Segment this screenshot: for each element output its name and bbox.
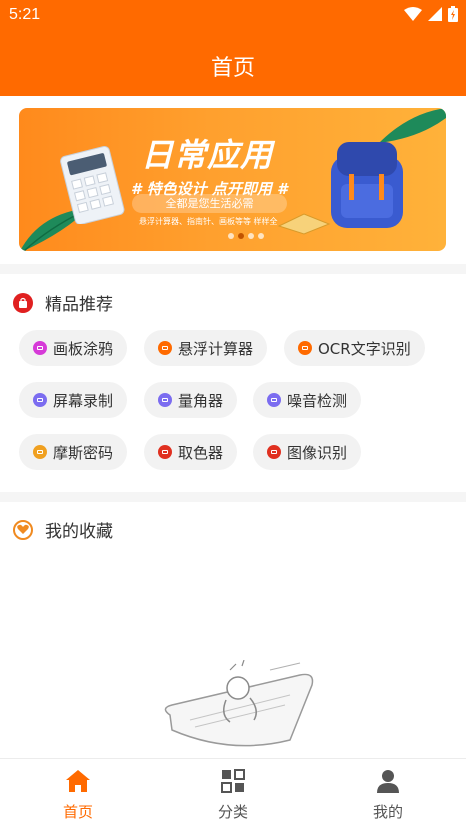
ocr-icon bbox=[298, 341, 312, 355]
feature-chip[interactable]: OCR文字识别 bbox=[284, 330, 425, 366]
favorites-title: 我的收藏 bbox=[45, 522, 113, 542]
section-divider bbox=[0, 492, 466, 502]
tab-home-label: 首页 bbox=[62, 803, 93, 821]
signal-icon bbox=[428, 7, 442, 21]
app-bar: 首页 bbox=[0, 32, 466, 96]
calculator-icon bbox=[158, 341, 172, 355]
wifi-icon bbox=[404, 7, 422, 21]
section-divider bbox=[0, 264, 466, 274]
favorites-section-header: 我的收藏 bbox=[13, 517, 113, 542]
backpack-illustration-icon bbox=[331, 142, 403, 228]
feature-chip[interactable]: 摩斯密码 bbox=[19, 434, 128, 470]
calculator-illustration-icon bbox=[60, 146, 125, 224]
promo-banner[interactable]: 日常应用 # 特色设计 点开即用 # 全都是您生活必需 悬浮计算器、指南针、画板… bbox=[19, 108, 446, 251]
screen-record-icon bbox=[33, 393, 47, 407]
feature-chip[interactable]: 图像识别 bbox=[253, 434, 362, 470]
protractor-icon bbox=[158, 393, 172, 407]
feature-chip[interactable]: 屏幕录制 bbox=[19, 382, 128, 418]
feature-chip-label: 悬浮计算器 bbox=[178, 339, 254, 358]
image-recognition-icon bbox=[267, 445, 281, 459]
feature-chip-label: 噪音检测 bbox=[287, 391, 348, 410]
banner-pager[interactable] bbox=[228, 233, 264, 239]
banner-pager-dot[interactable] bbox=[258, 233, 264, 239]
tab-home[interactable]: 首页 bbox=[38, 769, 118, 822]
feature-chip-label: 摩斯密码 bbox=[53, 443, 114, 462]
banner-pill: 全都是您生活必需 bbox=[132, 194, 287, 213]
feature-chip[interactable]: 取色器 bbox=[144, 434, 238, 470]
banner-pager-dot[interactable] bbox=[248, 233, 254, 239]
tab-profile[interactable]: 我的 bbox=[348, 769, 428, 822]
banner-headline: 日常应用 bbox=[141, 136, 274, 174]
bottom-tab-bar: 首页 分类 我的 bbox=[0, 758, 466, 830]
featured-section-header: 精品推荐 bbox=[13, 290, 113, 315]
category-icon bbox=[221, 769, 245, 793]
feature-chip-label: 取色器 bbox=[178, 443, 224, 462]
feature-chip-label: 画板涂鸦 bbox=[53, 339, 114, 358]
home-icon bbox=[66, 770, 90, 792]
status-icons bbox=[404, 6, 458, 22]
featured-title: 精品推荐 bbox=[45, 295, 113, 315]
status-time: 5:21 bbox=[9, 6, 41, 23]
banner-pager-dot[interactable] bbox=[238, 233, 244, 239]
feature-chip-label: 屏幕录制 bbox=[53, 391, 114, 410]
banner-small-text: 悬浮计算器、指南针、画板等等 样样全 bbox=[139, 217, 278, 226]
banner-pager-dot[interactable] bbox=[228, 233, 234, 239]
status-bar: 5:21 bbox=[0, 0, 466, 32]
page-title: 首页 bbox=[210, 56, 255, 81]
feature-chip-label: OCR文字识别 bbox=[318, 339, 411, 358]
feature-chip[interactable]: 画板涂鸦 bbox=[19, 330, 128, 366]
feature-chip[interactable]: 噪音检测 bbox=[253, 382, 362, 418]
morse-icon bbox=[33, 445, 47, 459]
battery-icon bbox=[448, 6, 458, 22]
heart-icon bbox=[13, 519, 33, 540]
palette-icon bbox=[33, 341, 47, 355]
profile-icon bbox=[377, 770, 399, 793]
feature-chip-label: 图像识别 bbox=[287, 443, 348, 462]
bag-icon bbox=[13, 292, 33, 313]
feature-chip[interactable]: 量角器 bbox=[144, 382, 238, 418]
feature-chip-label: 量角器 bbox=[178, 391, 224, 410]
tab-category[interactable]: 分类 bbox=[193, 769, 273, 822]
color-picker-icon bbox=[158, 445, 172, 459]
empty-state-illustration bbox=[164, 660, 314, 747]
tab-profile-label: 我的 bbox=[372, 803, 403, 821]
feature-chip[interactable]: 悬浮计算器 bbox=[144, 330, 268, 366]
book-illustration-icon bbox=[277, 213, 331, 235]
tab-category-label: 分类 bbox=[217, 803, 248, 821]
noise-icon bbox=[267, 393, 281, 407]
